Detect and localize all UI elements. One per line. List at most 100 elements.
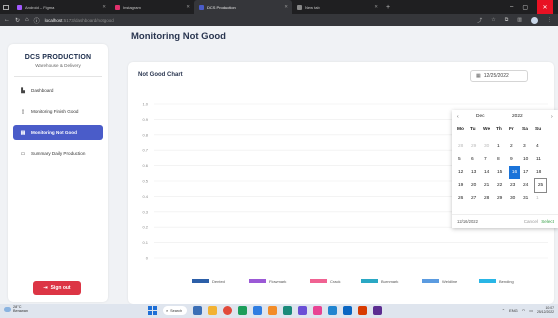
calendar-day[interactable]: 22 — [496, 179, 509, 192]
legend-swatch[interactable] — [479, 279, 496, 283]
sidebar-item-summary-daily-production[interactable]: ▭ Summary Daily Production — [13, 146, 103, 161]
calendar-day[interactable]: 21 — [483, 179, 496, 192]
maximize-icon[interactable]: ▢ — [522, 4, 528, 11]
calendar-day[interactable]: 9 — [509, 153, 522, 166]
tab-figma[interactable]: Android – Figma ✕ — [12, 0, 110, 14]
calendar-day[interactable]: 8 — [496, 153, 509, 166]
tab-dcs-production[interactable]: DCS Production ✕ — [194, 0, 292, 14]
calendar-day[interactable]: 29 — [496, 192, 509, 205]
legend-label[interactable]: Dented — [212, 279, 225, 284]
calendar-day[interactable]: 7 — [483, 153, 496, 166]
calendar-day[interactable]: 5 — [457, 153, 470, 166]
calendar-day[interactable]: 19 — [457, 179, 470, 192]
task-view-icon[interactable] — [193, 306, 202, 315]
taskbar-search[interactable]: ⌕ Search — [163, 306, 187, 315]
close-icon[interactable]: ✕ — [374, 4, 378, 10]
legend-swatch[interactable] — [249, 279, 266, 283]
calendar-day[interactable]: 30 — [509, 192, 522, 205]
close-icon[interactable]: ✕ — [186, 4, 190, 10]
extensions-icon[interactable]: ⧉ — [505, 17, 509, 23]
new-tab-button[interactable]: + — [382, 4, 394, 11]
calendar-day[interactable]: 2 — [509, 140, 522, 153]
calendar-day[interactable]: 23 — [509, 179, 522, 192]
sidebar-item-dashboard[interactable]: ▙ Dashboard — [13, 83, 103, 98]
calendar-day[interactable]: 20 — [470, 179, 483, 192]
sidebar-item-monitoring-finish-good[interactable]: ▯ Monitoring Finish Good — [13, 104, 103, 119]
legend-label[interactable]: Burnmark — [381, 279, 398, 284]
sidebar-item-monitoring-not-good[interactable]: ▤ Monitoring Not Good — [13, 125, 103, 140]
start-icon[interactable] — [148, 306, 157, 315]
wifi-icon[interactable]: ◠ — [522, 308, 526, 313]
calendar-day[interactable]: 14 — [483, 166, 496, 179]
calendar-day[interactable]: 24 — [522, 179, 535, 192]
calendar-day[interactable]: 3 — [522, 140, 535, 153]
office-icon[interactable] — [358, 306, 367, 315]
sidebar-icon[interactable]: ▥ — [517, 17, 522, 23]
weather-widget[interactable]: 28°C Berawan — [4, 305, 28, 313]
calendar-day[interactable]: 26 — [457, 192, 470, 205]
calendar-day[interactable]: 4 — [535, 140, 548, 153]
legend-label[interactable]: Bending — [499, 279, 514, 284]
home-icon[interactable]: ⌂ — [25, 17, 29, 23]
calendar-day[interactable]: 17 — [522, 166, 535, 179]
close-icon[interactable]: ✕ — [284, 4, 288, 10]
minimize-icon[interactable]: – — [510, 4, 513, 10]
legend-swatch[interactable] — [310, 279, 327, 283]
terminal-icon[interactable] — [373, 306, 382, 315]
calendar-day[interactable]: 1 — [496, 140, 509, 153]
figma-app-icon[interactable] — [268, 306, 277, 315]
legend-label[interactable]: Flowmark — [269, 279, 286, 284]
calendar-day[interactable]: 1 — [535, 192, 548, 205]
legend-swatch[interactable] — [361, 279, 378, 283]
spotify-icon[interactable] — [238, 306, 247, 315]
calendar-day[interactable]: 6 — [470, 153, 483, 166]
window-menu-icon[interactable] — [0, 0, 12, 14]
calendar-day[interactable]: 28 — [457, 140, 470, 153]
mail-icon[interactable] — [328, 306, 337, 315]
cancel-button[interactable]: Cancel — [524, 219, 538, 224]
file-explorer-icon[interactable] — [208, 306, 217, 315]
chevron-up-icon[interactable]: ⌃ — [502, 308, 505, 313]
prev-month-icon[interactable]: ‹ — [457, 114, 459, 120]
calendar-day[interactable]: 11 — [535, 153, 548, 166]
teams-icon[interactable] — [343, 306, 352, 315]
close-icon[interactable]: ✕ — [102, 4, 106, 10]
legend-label[interactable]: Crack — [330, 279, 340, 284]
tab-instagram[interactable]: Instagram ✕ — [110, 0, 194, 14]
edge-icon[interactable] — [283, 306, 292, 315]
site-info-icon[interactable]: ⓘ — [34, 16, 40, 25]
language-indicator[interactable]: ENG — [509, 308, 518, 313]
calendar-day[interactable]: 25 — [534, 178, 547, 193]
calendar-day[interactable]: 10 — [522, 153, 535, 166]
year-select[interactable]: 2022 — [512, 114, 523, 119]
back-icon[interactable]: ← — [4, 17, 10, 23]
next-month-icon[interactable]: › — [551, 114, 553, 120]
window-close-icon[interactable]: ✕ — [537, 0, 553, 14]
tab-new-tab[interactable]: New tab ✕ — [292, 0, 382, 14]
legend-swatch[interactable] — [422, 279, 439, 283]
vscode-icon[interactable] — [298, 306, 307, 315]
sign-out-button[interactable]: ⇥ Sign out — [33, 281, 81, 295]
select-button[interactable]: Select — [541, 219, 554, 224]
share-icon[interactable]: ⤴ — [477, 17, 482, 24]
app-icon[interactable] — [313, 306, 322, 315]
reload-icon[interactable]: ↻ — [15, 17, 20, 24]
calendar-day[interactable]: 30 — [483, 140, 496, 153]
legend-label[interactable]: Weldline — [442, 279, 458, 284]
calendar-day[interactable]: 15 — [496, 166, 509, 179]
calendar-day[interactable]: 28 — [483, 192, 496, 205]
chrome-app-icon[interactable] — [223, 306, 232, 315]
profile-avatar[interactable] — [531, 16, 538, 24]
calendar-day[interactable]: 16 — [509, 166, 520, 179]
legend-swatch[interactable] — [192, 279, 209, 283]
bookmark-icon[interactable]: ☆ — [491, 17, 495, 23]
calendar-day[interactable]: 18 — [535, 166, 548, 179]
clock[interactable]: 10:07 25/12/2022 — [537, 306, 554, 314]
menu-icon[interactable]: ⋮ — [547, 17, 552, 23]
battery-icon[interactable]: ▭ — [529, 308, 533, 313]
calendar-day[interactable]: 12 — [457, 166, 470, 179]
month-select[interactable]: Dec — [476, 114, 485, 119]
calendar-day[interactable]: 29 — [470, 140, 483, 153]
url-field[interactable]: localhost:5173/dashboard/notgood — [45, 18, 114, 23]
store-icon[interactable] — [253, 306, 262, 315]
